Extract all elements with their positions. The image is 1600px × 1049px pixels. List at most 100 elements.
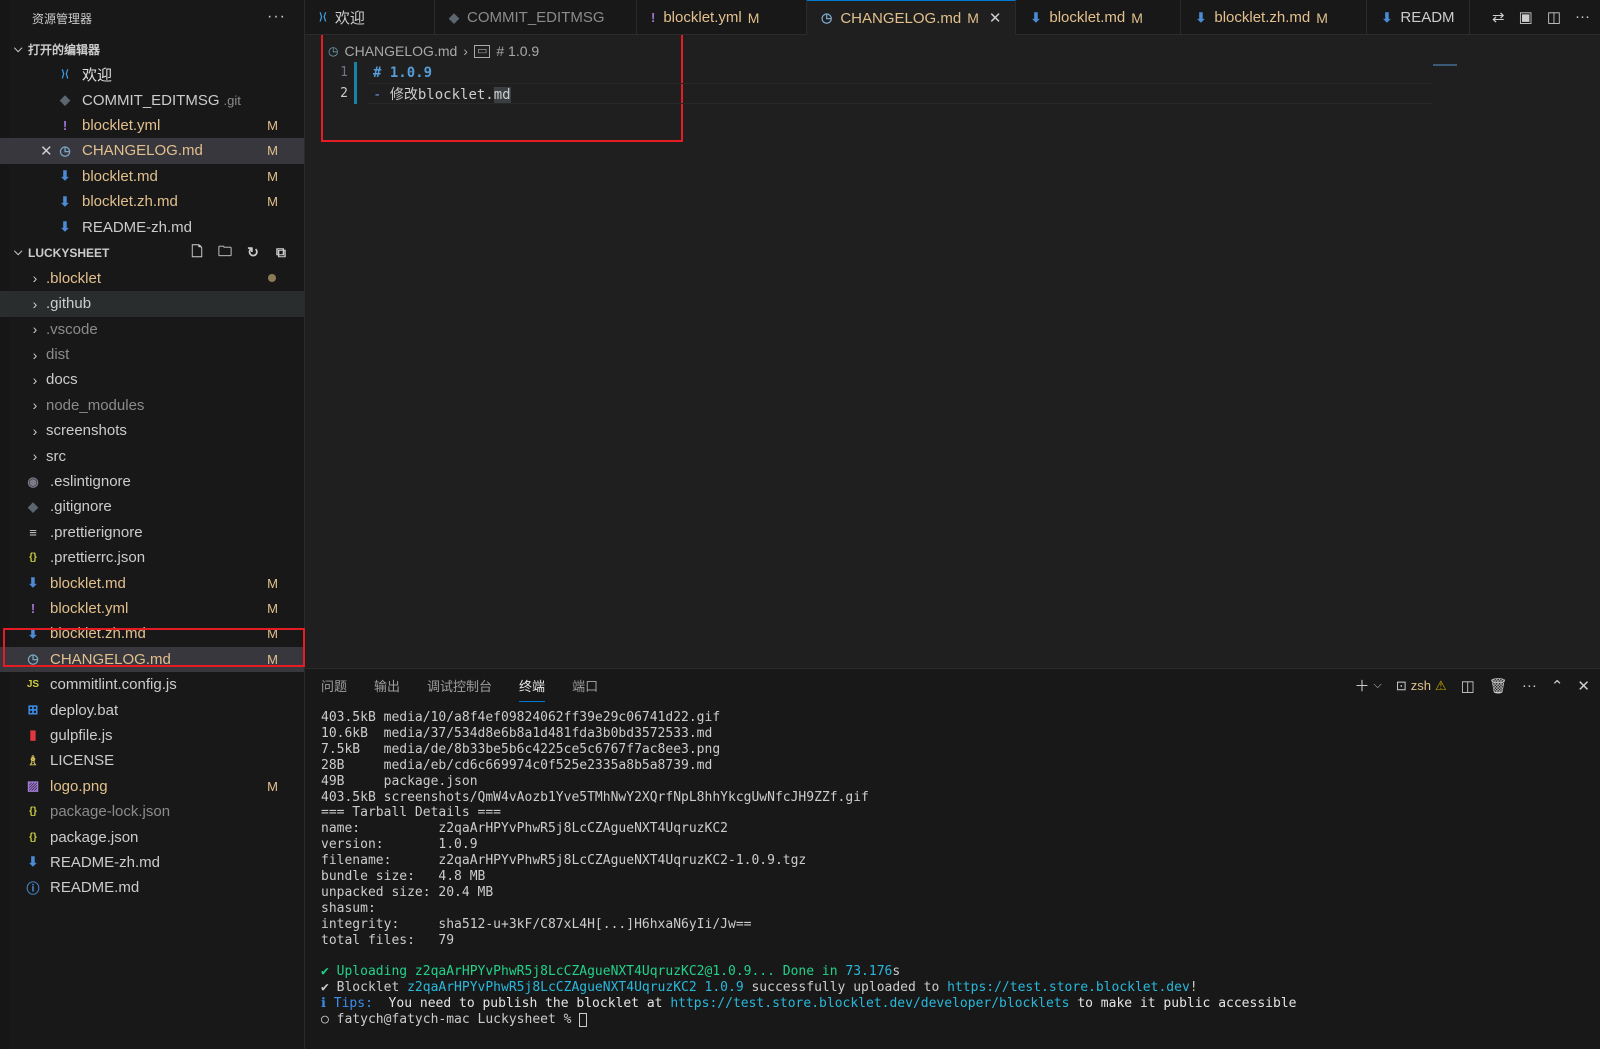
tab-blocklet-md[interactable]: ⬇ blocklet.md M (1016, 0, 1182, 35)
chevron-down-icon[interactable]: ⌵ (1373, 679, 1381, 692)
modified-dot (268, 274, 276, 283)
code-editor[interactable]: 1 # 1.0.9 2 - 修改blocklet.md (328, 62, 1568, 662)
store-link[interactable]: https://test.store.blocklet.dev (947, 980, 1190, 995)
tab-blocklet-yml[interactable]: ! blocklet.yml M (637, 0, 807, 35)
new-file-icon[interactable]: 🗋 (188, 243, 206, 262)
file-item[interactable]: ♗ LICENSE (0, 748, 304, 773)
tab-commit-editmsg[interactable]: ◆ COMMIT_EDITMSG (435, 0, 637, 35)
file-item[interactable]: ⊞ deploy.bat (0, 697, 304, 722)
file-label: logo.png (50, 777, 108, 795)
file-item[interactable]: {} package.json (0, 824, 304, 849)
open-editor-label: blocklet.zh.md (82, 193, 178, 211)
js-icon: JS (26, 679, 40, 691)
open-editor-item[interactable]: ⬇ blocklet.zh.md M (0, 189, 304, 214)
file-item[interactable]: JS commitlint.config.js (0, 672, 304, 697)
terminal-line: filename: z2qaArHPYvPhwR5j8LcCZAgueNXT4U… (321, 853, 807, 869)
changelog-icon: ◷ (328, 44, 339, 58)
tab-output[interactable]: 输出 (374, 676, 400, 695)
split-editor-icon[interactable]: ◫ (1547, 8, 1561, 26)
open-editor-item[interactable]: ◆ COMMIT_EDITMSG .git (0, 87, 304, 112)
line-number: 1 (340, 65, 348, 80)
collapse-all-icon[interactable]: ⧉ (272, 244, 290, 262)
open-preview-icon[interactable]: ▣ (1519, 8, 1533, 26)
breadcrumb-symbol[interactable]: # 1.0.9 (496, 43, 539, 59)
editor-actions: ⇄ ▣ ◫ ··· (1484, 8, 1590, 26)
file-item[interactable]: {} package-lock.json (0, 799, 304, 824)
maximize-panel-icon[interactable]: ⌃ (1551, 677, 1564, 695)
new-folder-icon[interactable]: 🗀 (216, 243, 234, 262)
open-editor-label: CHANGELOG.md (82, 142, 203, 160)
folder-item[interactable]: › src (0, 443, 304, 468)
trash-icon[interactable]: 🗑 (1489, 677, 1508, 695)
terminal-output[interactable]: 403.5kB media/10/a8f4ef09824062ff39e29c0… (321, 710, 1296, 1028)
file-item[interactable]: ! blocklet.yml M (0, 596, 304, 621)
folder-item[interactable]: › dist (0, 342, 304, 367)
refresh-icon[interactable]: ↻ (244, 244, 262, 262)
open-editor-item[interactable]: ! blocklet.yml M (0, 113, 304, 138)
tab-changelog-md[interactable]: ◷ CHANGELOG.md M ✕ (807, 0, 1017, 35)
file-item[interactable]: ◷ CHANGELOG.md M (0, 646, 304, 672)
file-item[interactable]: ◉ .eslintignore (0, 469, 304, 494)
more-actions-icon[interactable]: ··· (267, 8, 286, 26)
close-panel-icon[interactable]: ✕ (1577, 677, 1590, 695)
blocklet-mid: successfully uploaded to (743, 980, 948, 996)
folder-item[interactable]: › node_modules (0, 393, 304, 418)
modified-badge: M (267, 117, 278, 133)
chevron-down-icon: ⌵ (14, 246, 23, 259)
tab-terminal[interactable]: 终端 (519, 676, 546, 702)
folder-item[interactable]: › screenshots (0, 418, 304, 443)
tab-label: COMMIT_EDITMSG (467, 9, 605, 26)
lines-icon: ≡ (29, 524, 37, 540)
folder-item[interactable]: › .github (0, 291, 304, 317)
new-terminal-icon[interactable]: ＋ (1354, 675, 1369, 696)
markdown-icon: ⬇ (1381, 9, 1393, 25)
modified-badge: M (267, 194, 278, 210)
tab-label: 欢迎 (334, 10, 365, 27)
split-terminal-icon[interactable]: ◫ (1461, 677, 1475, 695)
developer-link[interactable]: https://test.store.blocklet.dev/develope… (670, 996, 1069, 1011)
file-item[interactable]: {} .prettierrc.json (0, 545, 304, 570)
folder-label: screenshots (46, 422, 127, 440)
chevron-right-icon: › (32, 371, 38, 388)
more-actions-icon[interactable]: ··· (1575, 8, 1590, 26)
minimap[interactable] (1433, 64, 1457, 66)
more-actions-icon[interactable]: ··· (1522, 677, 1537, 694)
editor-line[interactable]: 1 # 1.0.9 (328, 62, 1568, 83)
folder-item[interactable]: › docs (0, 367, 304, 392)
markdown-icon: ⬇ (27, 575, 39, 591)
file-item[interactable]: ▨ logo.png M (0, 774, 304, 799)
open-editor-item[interactable]: ⬇ README-zh.md (0, 214, 304, 239)
project-section[interactable]: ⌵ LUCKYSHEET 🗋 🗀 ↻ ⧉ (0, 240, 304, 266)
file-item[interactable]: ◆ .gitignore (0, 494, 304, 519)
open-editors-section[interactable]: ⌵ 打开的编辑器 (0, 36, 304, 62)
file-item[interactable]: ⬇ README-zh.md (0, 850, 304, 875)
file-label: LICENSE (50, 752, 115, 770)
tab-ports[interactable]: 端口 (572, 676, 598, 695)
open-editor-item[interactable]: ✕ ◷ CHANGELOG.md M (0, 138, 304, 164)
open-editor-item[interactable]: ⬇ blocklet.md M (0, 164, 304, 189)
markdown-icon: ⬇ (59, 168, 71, 184)
terminal-line: shasum: (321, 900, 376, 916)
tab-problems[interactable]: 问题 (321, 676, 347, 695)
editor-line-current[interactable]: 2 - 修改blocklet.md (328, 83, 1568, 104)
compare-changes-icon[interactable]: ⇄ (1492, 8, 1505, 26)
tab-readm[interactable]: ⬇ READM (1367, 0, 1470, 35)
open-editor-item[interactable]: ⟩⟨ 欢迎 (0, 62, 304, 87)
blocklet-end: ! (1189, 980, 1198, 996)
tab-blocklet-zh-md[interactable]: ⬇ blocklet.zh.md M (1181, 0, 1368, 35)
breadcrumb-file[interactable]: CHANGELOG.md (344, 43, 457, 59)
close-icon[interactable]: ✕ (40, 142, 53, 160)
terminal-line: === Tarball Details === (321, 805, 502, 821)
terminal-shell[interactable]: ⊡ zsh ⚠ (1396, 678, 1447, 694)
tab-[interactable]: ⟩⟨ 欢迎 (305, 0, 435, 35)
file-item[interactable]: ≡ .prettierignore (0, 520, 304, 545)
folder-item[interactable]: › .blocklet (0, 266, 304, 291)
folder-item[interactable]: › .vscode (0, 317, 304, 342)
close-icon[interactable]: ✕ (989, 9, 1002, 27)
file-item[interactable]: ▮ gulpfile.js (0, 723, 304, 748)
file-item[interactable]: ⓘ README.md (0, 875, 304, 900)
tab-debug-console[interactable]: 调试控制台 (427, 676, 492, 695)
file-item[interactable]: ⬇ blocklet.md M (0, 570, 304, 595)
terminal-prompt-line[interactable]: ○ fatych@fatych-mac Luckysheet % (321, 1012, 1296, 1028)
file-item[interactable]: ⬇ blocklet.zh.md M (0, 621, 304, 646)
